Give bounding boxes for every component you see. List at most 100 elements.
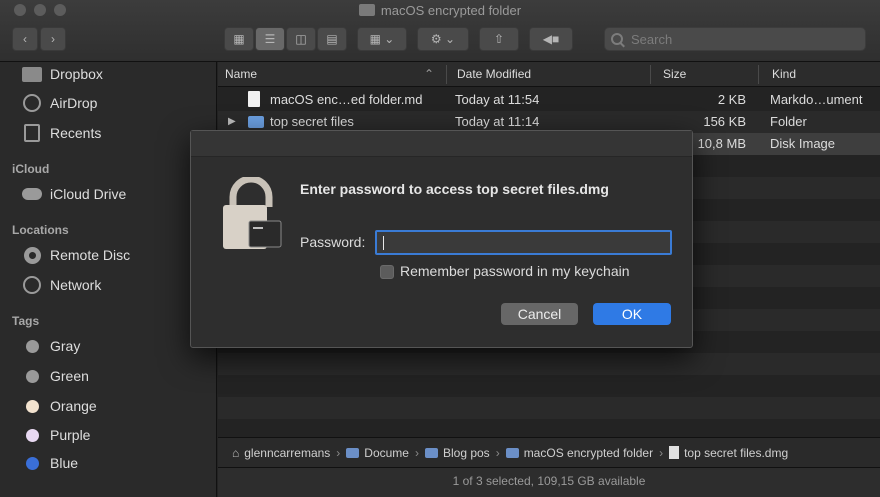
sidebar-section-icloud: iCloud [12, 162, 50, 176]
grid-icon: ▦ [233, 32, 245, 46]
chevron-right-icon: › [336, 445, 341, 460]
remember-password-label[interactable]: Remember password in my keychain [400, 263, 630, 279]
path-item[interactable]: top secret files.dmg [684, 446, 788, 460]
file-date: Today at 11:54 [455, 92, 540, 107]
table-row[interactable]: macOS enc…ed folder.md Today at 11:54 2 … [218, 89, 880, 111]
titlebar: macOS encrypted folder ‹ › ▦ ☰ ◫ ▤ ▦ ⌄ ⚙… [0, 0, 880, 62]
folder-icon [346, 447, 360, 458]
table-row [218, 397, 880, 419]
text-caret [383, 236, 384, 250]
share-button[interactable]: ⇧ [479, 27, 519, 51]
remember-password-checkbox[interactable] [380, 265, 394, 279]
sidebar-tag-green[interactable]: Green [22, 365, 89, 387]
password-field[interactable] [375, 230, 672, 255]
tag-dot-icon [25, 428, 39, 442]
sidebar-section-locations: Locations [12, 223, 69, 237]
sidebar-item-label: AirDrop [50, 95, 98, 111]
password-label: Password: [300, 234, 366, 250]
window-title: macOS encrypted folder [0, 3, 880, 18]
column-header-size[interactable]: Size [663, 67, 686, 81]
sidebar-tag-blue[interactable]: Blue [22, 452, 78, 474]
file-kind: Folder [770, 114, 807, 129]
path-item[interactable]: macOS encrypted folder [524, 446, 653, 460]
sidebar-tag-gray[interactable]: Gray [22, 335, 80, 357]
sidebar-item-network[interactable]: Network [22, 274, 101, 296]
ok-button[interactable]: OK [593, 303, 671, 325]
list-icon: ☰ [264, 32, 276, 46]
forward-button[interactable]: › [40, 27, 66, 51]
home-icon: ⌂ [232, 445, 240, 460]
sidebar-item-airdrop[interactable]: AirDrop [22, 92, 97, 114]
group-icon: ▦ ⌄ [369, 32, 395, 46]
lock-icon [223, 177, 282, 249]
search-icon [611, 33, 623, 45]
dropbox-folder-icon [22, 65, 42, 83]
sidebar-item-label: Purple [50, 427, 91, 443]
sidebar-item-label: Green [50, 368, 89, 384]
markdown-file-icon [248, 91, 260, 107]
path-bar: ⌂ glenncarremans › Docume › Blog pos › m… [218, 437, 880, 467]
folder-icon [358, 4, 375, 16]
sidebar-tag-purple[interactable]: Purple [22, 424, 90, 446]
path-item[interactable]: Docume [364, 446, 409, 460]
disc-icon [22, 246, 42, 264]
sidebar-item-label: Blue [50, 455, 79, 471]
back-button[interactable]: ‹ [12, 27, 38, 51]
chevron-right-icon: › [659, 445, 664, 460]
action-menu-button[interactable]: ⚙ ⌄ [417, 27, 469, 51]
column-header-kind[interactable]: Kind [772, 67, 796, 81]
share-icon: ⇧ [493, 32, 505, 46]
tag-icon: ◀■ [542, 32, 560, 46]
cloud-icon [22, 185, 42, 203]
tag-dot-icon [25, 339, 39, 353]
airdrop-icon [22, 94, 42, 112]
file-kind: Disk Image [770, 136, 836, 151]
columns-icon: ◫ [295, 32, 307, 46]
disclosure-triangle-icon[interactable]: ▶ [228, 116, 236, 127]
sidebar-item-label: Orange [50, 398, 97, 414]
column-header-name[interactable]: Name [225, 67, 257, 81]
disk-image-icon [669, 446, 680, 459]
sidebar-item-label: Recents [50, 125, 102, 141]
search-field[interactable]: Search [604, 27, 866, 51]
sidebar-item-label: Network [50, 277, 102, 293]
dialog-titlebar [191, 131, 692, 157]
group-by-button[interactable]: ▦ ⌄ [357, 27, 407, 51]
sidebar-item-label: Dropbox [50, 66, 103, 82]
column-view-button[interactable]: ◫ [286, 27, 316, 51]
sort-ascending-icon: ⌃ [424, 67, 435, 81]
sidebar-item-label: Remote Disc [50, 247, 131, 263]
sidebar-item-icloud-drive[interactable]: iCloud Drive [22, 183, 126, 205]
window-title-text: macOS encrypted folder [380, 3, 522, 18]
sidebar-item-label: iCloud Drive [50, 186, 127, 202]
status-bar: 1 of 3 selected, 109,15 GB available [218, 467, 880, 497]
network-icon [22, 276, 42, 294]
sidebar-section-tags: Tags [12, 314, 40, 328]
sidebar-item-remote-disc[interactable]: Remote Disc [22, 244, 130, 266]
sidebar-item-dropbox[interactable]: Dropbox [22, 63, 103, 85]
list-header: Name ⌃ Date Modified Size Kind [218, 62, 880, 87]
dialog-title: Enter password to access top secret file… [300, 181, 609, 197]
edit-tags-button[interactable]: ◀■ [529, 27, 573, 51]
cancel-button[interactable]: Cancel [501, 303, 578, 325]
sidebar-tag-orange[interactable]: Orange [22, 395, 97, 417]
chevron-left-icon: ‹ [23, 32, 27, 46]
file-date: Today at 11:14 [455, 114, 540, 129]
folder-icon [248, 116, 264, 128]
chevron-right-icon: › [51, 32, 55, 46]
tag-dot-icon [25, 456, 39, 470]
table-row [218, 353, 880, 375]
path-item[interactable]: Blog pos [443, 446, 490, 460]
folder-icon [505, 447, 519, 458]
list-view-button[interactable]: ☰ [255, 27, 285, 51]
sidebar-item-recents[interactable]: Recents [22, 122, 101, 144]
icon-view-button[interactable]: ▦ [224, 27, 254, 51]
password-dialog: Enter password to access top secret file… [190, 130, 693, 348]
file-size: 2 KB [717, 92, 746, 107]
file-name: macOS enc…ed folder.md [270, 92, 423, 107]
file-name: top secret files [270, 114, 354, 129]
folder-icon [424, 447, 438, 458]
column-header-date-modified[interactable]: Date Modified [457, 67, 531, 81]
path-item[interactable]: glenncarremans [244, 446, 330, 460]
gallery-view-button[interactable]: ▤ [317, 27, 347, 51]
